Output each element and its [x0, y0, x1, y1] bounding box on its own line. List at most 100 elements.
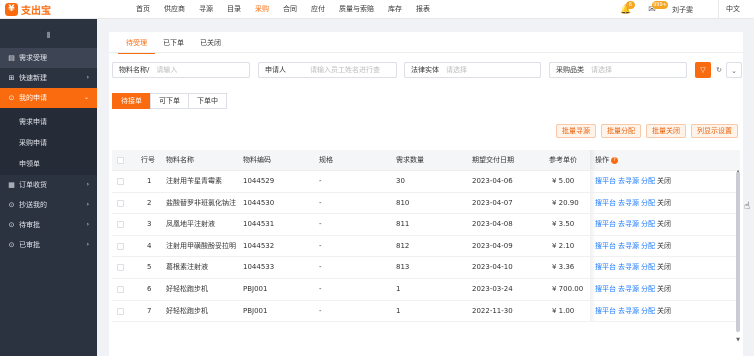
app-logo[interactable]: ¥ 支出宝 — [5, 3, 51, 17]
assign-link[interactable]: 分配 — [641, 307, 655, 315]
topnav-home[interactable]: 首页 — [129, 0, 157, 19]
batch-assign-button[interactable]: 批量分配 — [601, 124, 641, 138]
batch-source-button[interactable]: 批量寻源 — [556, 124, 596, 138]
search-platform-link[interactable]: 搜平台 — [595, 199, 616, 207]
sidebar-item-label: 待审批 — [19, 221, 40, 229]
assign-link[interactable]: 分配 — [641, 199, 655, 207]
batch-close-button[interactable]: 批量关闭 — [646, 124, 686, 138]
topnav-procurement[interactable]: 采购 — [248, 0, 276, 19]
go-source-link[interactable]: 去寻源 — [618, 242, 639, 250]
row-checkbox[interactable] — [117, 285, 124, 293]
search-platform-link[interactable]: 搜平台 — [595, 263, 616, 271]
go-source-link[interactable]: 去寻源 — [618, 285, 639, 293]
topnav-inventory[interactable]: 库存 — [381, 0, 409, 19]
table-row[interactable]: 2 盐酸替罗非班氯化钠注 1044530 - 810 2023-04-07 ¥ 20.90 搜… — [112, 192, 740, 215]
close-link[interactable]: 关闭 — [657, 263, 671, 271]
subtab-ordering[interactable]: 下单中 — [188, 93, 227, 109]
field-placeholder: 请输入员工姓名进行查 — [310, 66, 380, 74]
close-link[interactable]: 关闭 — [657, 285, 671, 293]
assign-link[interactable]: 分配 — [641, 220, 655, 228]
sidebar-item-cc[interactable]: ⊙ 抄送我的 › — [0, 195, 97, 215]
col-spec: 规格 — [319, 156, 333, 164]
cell-quantity: 813 — [396, 263, 410, 272]
row-checkbox[interactable] — [117, 264, 124, 272]
go-source-link[interactable]: 去寻源 — [618, 199, 639, 207]
topnav-quality[interactable]: 质量与索赔 — [332, 0, 381, 19]
bell-icon[interactable]: 🔔 6 — [620, 0, 635, 16]
close-link[interactable]: 关闭 — [657, 307, 671, 315]
search-platform-link[interactable]: 搜平台 — [595, 307, 616, 315]
applicant-field[interactable]: 申请人 请输入员工姓名进行查 — [258, 62, 397, 78]
search-platform-link[interactable]: 搜平台 — [595, 285, 616, 293]
go-source-link[interactable]: 去寻源 — [618, 263, 639, 271]
row-checkbox[interactable] — [117, 199, 124, 207]
collapse-menu-icon[interactable]: ⦀ — [0, 19, 97, 48]
topnav-reports[interactable]: 报表 — [409, 0, 437, 19]
assign-link[interactable]: 分配 — [641, 177, 655, 185]
field-label: 物料名称/ — [119, 66, 150, 74]
message-icon[interactable]: ✉ 999+ — [646, 0, 668, 16]
topnav-sourcing[interactable]: 寻源 — [192, 0, 220, 19]
cell-delivery-date: 2023-04-09 — [472, 241, 513, 250]
legal-entity-select[interactable]: 法律实体 请选择 — [404, 62, 541, 78]
topnav-contract[interactable]: 合同 — [276, 0, 304, 19]
table-row[interactable]: 7 好轻松跑步机 PBJ001 - 1 2022-11-30 ¥ 1.00 搜平台 去寻源 分配关… — [112, 300, 740, 323]
scroll-down-icon[interactable]: ▼ — [736, 337, 740, 343]
search-platform-link[interactable]: 搜平台 — [595, 177, 616, 185]
assign-link[interactable]: 分配 — [641, 285, 655, 293]
row-actions: 搜平台 去寻源 分配 关闭 — [595, 236, 673, 257]
subtab-pending-accept[interactable]: 待接单 — [112, 93, 151, 109]
column-settings-button[interactable]: 列显示设置 — [691, 124, 738, 138]
hand-cursor-icon: ☝ — [744, 201, 751, 212]
user-name[interactable]: 刘子雯 — [672, 5, 693, 15]
category-select[interactable]: 采购品类 请选择 — [549, 62, 687, 78]
topnav-payables[interactable]: 应付 — [304, 0, 332, 19]
sidebar-item-approved[interactable]: ⊙ 已审批 › — [0, 235, 97, 255]
go-source-link[interactable]: 去寻源 — [618, 220, 639, 228]
filter-icon[interactable]: ▽ — [695, 62, 711, 78]
inbox-icon: ▤ — [8, 54, 15, 62]
go-source-link[interactable]: 去寻源 — [618, 307, 639, 315]
sidebar-subitem-claim-form[interactable]: 申领单 — [0, 154, 97, 175]
cell-quantity: 1 — [396, 306, 401, 315]
sidebar-item-demand[interactable]: ▤ 需求受理 — [0, 48, 97, 68]
table-row[interactable]: 3 凤凰地平注射液 1044531 - 811 2023-04-08 ¥ 3.50 搜平台 去寻… — [112, 214, 740, 236]
refresh-icon[interactable]: ↻ — [711, 62, 727, 78]
select-all-checkbox[interactable] — [117, 157, 124, 164]
language-switch[interactable]: 中文 — [718, 0, 754, 19]
search-platform-link[interactable]: 搜平台 — [595, 220, 616, 228]
assign-link[interactable]: 分配 — [641, 242, 655, 250]
chevron-down-icon[interactable]: ⌄ — [726, 62, 742, 78]
cell-material-code: 1044530 — [243, 198, 275, 207]
row-checkbox[interactable] — [117, 307, 124, 315]
sidebar-item-quick-create[interactable]: ⊞ 快速新建 › — [0, 68, 97, 88]
close-link[interactable]: 关闭 — [657, 199, 671, 207]
cell-delivery-date: 2022-11-30 — [472, 306, 513, 315]
topnav-catalog[interactable]: 目录 — [220, 0, 248, 19]
close-link[interactable]: 关闭 — [657, 177, 671, 185]
sidebar-item-pending-approval[interactable]: ⊙ 待审批 › — [0, 215, 97, 235]
sidebar-subitem-demand-request[interactable]: 需求申请 — [0, 112, 97, 133]
row-checkbox[interactable] — [117, 242, 124, 250]
sidebar-item-orders[interactable]: ▦ 订单收货 › — [0, 175, 97, 195]
table-row[interactable]: 6 好轻松跑步机 PBJ001 - 1 2023-03-24 ¥ 700.00 搜平台 去寻源分… — [112, 278, 740, 301]
row-checkbox[interactable] — [117, 178, 124, 185]
table-row[interactable]: 5 葛根素注射液 1044533 - 813 2023-04-10 ¥ 3.36 搜平台 去寻源… — [112, 257, 740, 279]
sidebar-item-my-requests[interactable]: ⊙ 我的申请 ⌄ — [0, 88, 97, 108]
go-source-link[interactable]: 去寻源 — [618, 177, 639, 185]
table-row[interactable]: 1 注射用苄星青霉素 1044529 - 30 2023-04-06 ¥ 5.00 搜平台 去寻… — [112, 171, 740, 193]
help-icon[interactable]: ? — [611, 156, 618, 164]
close-link[interactable]: 关闭 — [657, 242, 671, 250]
row-checkbox[interactable] — [117, 221, 124, 229]
cell-material-code: PBJ001 — [243, 284, 268, 293]
vertical-scrollbar[interactable] — [736, 172, 740, 332]
topnav-supplier[interactable]: 供应商 — [157, 0, 192, 19]
subtab-can-order[interactable]: 可下单 — [150, 93, 189, 109]
tabs-divider — [109, 52, 743, 53]
close-link[interactable]: 关闭 — [657, 220, 671, 228]
table-row[interactable]: 4 注射用甲磺酸酚妥拉明 1044532 - 812 2023-04-09 ¥ 2.10 搜平… — [112, 235, 740, 258]
assign-link[interactable]: 分配 — [641, 263, 655, 271]
sidebar-subitem-purchase-request[interactable]: 采购申请 — [0, 133, 97, 154]
material-name-field[interactable]: 物料名称/ 请输入 — [112, 62, 250, 78]
search-platform-link[interactable]: 搜平台 — [595, 242, 616, 250]
